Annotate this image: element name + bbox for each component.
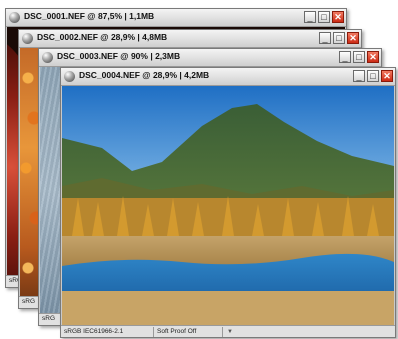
- color-profile-label: sRGB IEC61966-2.1: [64, 327, 124, 335]
- maximize-button[interactable]: □: [333, 32, 345, 44]
- color-profile-label: sRG: [22, 298, 35, 305]
- window-title: DSC_0001.NEF @ 87,5% | 1,1MB: [24, 11, 155, 21]
- minimize-button[interactable]: _: [353, 70, 365, 82]
- maximize-button[interactable]: □: [353, 51, 365, 63]
- image-canvas[interactable]: [62, 86, 394, 326]
- status-bar: sRGB IEC61966-2.1 Soft Proof Off ▼: [61, 325, 395, 337]
- close-button[interactable]: ✕: [367, 51, 379, 63]
- window-title: DSC_0003.NEF @ 90% | 2,3MB: [57, 51, 181, 61]
- landscape-photo: [62, 86, 394, 326]
- document-sphere-icon: [64, 71, 75, 82]
- minimize-button[interactable]: _: [319, 32, 331, 44]
- color-profile-label: sRG: [42, 315, 55, 322]
- window-title: DSC_0002.NEF @ 28,9% | 4,8MB: [37, 32, 168, 42]
- close-button[interactable]: ✕: [347, 32, 359, 44]
- close-button[interactable]: ✕: [381, 70, 393, 82]
- title-bar[interactable]: DSC_0001.NEF @ 87,5% | 1,1MB _ □ ✕: [6, 9, 346, 27]
- status-menu-arrow-icon[interactable]: ▼: [222, 326, 233, 337]
- meadow-bottom: [62, 291, 394, 326]
- minimize-button[interactable]: _: [339, 51, 351, 63]
- document-sphere-icon: [42, 52, 53, 63]
- minimize-button[interactable]: _: [304, 11, 316, 23]
- document-sphere-icon: [9, 12, 20, 23]
- image-window-dsc-0004[interactable]: DSC_0004.NEF @ 28,9% | 4,2MB _ □ ✕ sRGB …: [60, 67, 396, 338]
- title-bar[interactable]: DSC_0003.NEF @ 90% | 2,3MB _ □ ✕: [39, 49, 381, 67]
- window-title: DSC_0004.NEF @ 28,9% | 4,2MB: [79, 70, 210, 80]
- title-bar[interactable]: DSC_0004.NEF @ 28,9% | 4,2MB _ □ ✕: [61, 68, 395, 86]
- maximize-button[interactable]: □: [367, 70, 379, 82]
- maximize-button[interactable]: □: [318, 11, 330, 23]
- document-sphere-icon: [22, 33, 33, 44]
- title-bar[interactable]: DSC_0002.NEF @ 28,9% | 4,8MB _ □ ✕: [19, 30, 361, 48]
- close-button[interactable]: ✕: [332, 11, 344, 23]
- proof-setting-label: Soft Proof Off: [153, 326, 219, 337]
